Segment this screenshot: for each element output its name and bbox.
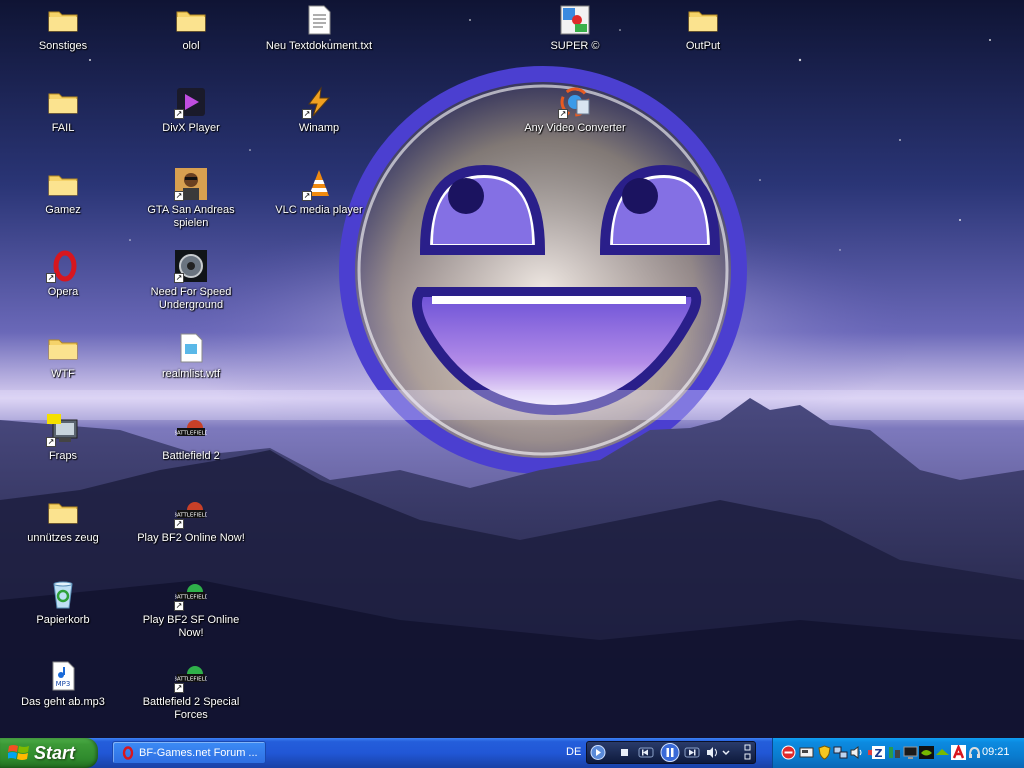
start-label: Start — [34, 742, 76, 763]
windows-logo-icon — [8, 745, 29, 760]
info-tray-icon[interactable] — [887, 745, 902, 760]
desktop-icon-opera[interactable]: ↗ Opera — [3, 250, 123, 328]
desktop-icon-need-for-speed[interactable]: ↗ Need For Speed Underground — [131, 250, 251, 328]
monitor-tray-icon[interactable] — [903, 745, 918, 760]
stop-icon[interactable] — [621, 749, 628, 756]
desktop-icon-any-video-converter[interactable]: ↗ Any Video Converter — [515, 86, 635, 164]
wtf-file-icon — [180, 333, 203, 363]
shortcut-arrow-icon: ↗ — [174, 273, 184, 283]
nvidia-tray-icon[interactable] — [919, 745, 934, 760]
previous-track-icon[interactable] — [638, 747, 654, 758]
folder-icon — [48, 503, 78, 524]
speaker-tray-icon[interactable] — [849, 745, 864, 760]
shortcut-arrow-icon: ↗ — [174, 519, 184, 529]
svg-text:MP3: MP3 — [56, 680, 71, 688]
desktop-icon-divx-player[interactable]: ↗ DivX Player — [131, 86, 251, 164]
chevron-down-icon[interactable] — [722, 750, 730, 756]
mp3-file-icon: MP3 — [52, 661, 75, 691]
svg-text:BATTLEFIELD: BATTLEFIELD — [175, 677, 207, 683]
restore-player-icon[interactable] — [744, 744, 751, 760]
desktop-icon-battlefield-2[interactable]: BATTLEFIELD Battlefield 2 — [131, 414, 251, 492]
desktop-icon-sonstiges[interactable]: Sonstiges — [3, 4, 123, 82]
taskbar-button-label: BF-Games.net Forum ... — [139, 746, 258, 759]
super-app-icon — [560, 5, 590, 35]
desktop-icon-fraps[interactable]: ↗ Fraps — [3, 414, 123, 492]
media-player-toolbar — [586, 741, 756, 764]
stop-sign-tray-icon[interactable] — [781, 745, 796, 760]
taskbar-button-bf-games-forum[interactable]: BF-Games.net Forum ... — [112, 741, 266, 764]
desktop-icon-winamp[interactable]: ↗ Winamp — [259, 86, 379, 164]
desktop-icon-wtf[interactable]: WTF — [3, 332, 123, 410]
desktop-icon-vlc[interactable]: ↗ VLC media player — [259, 168, 379, 246]
pause-icon[interactable] — [660, 743, 680, 762]
opera-icon — [122, 745, 134, 760]
security-shield-tray-icon[interactable] — [817, 745, 832, 760]
svg-text:Z: Z — [875, 747, 883, 760]
taskbar-clock[interactable]: 09:21 — [982, 746, 1010, 758]
folder-icon — [48, 175, 78, 196]
desktop-icon-olol[interactable]: olol — [131, 4, 251, 82]
shortcut-arrow-icon: ↗ — [46, 273, 56, 283]
desktop-icon-battlefield-2-special-forces[interactable]: BATTLEFIELD ↗ Battlefield 2 Special Forc… — [131, 660, 251, 738]
next-track-icon[interactable] — [684, 747, 700, 758]
desktop-icon-das-geht-ab-mp3[interactable]: MP3 Das geht ab.mp3 — [3, 660, 123, 738]
svg-text:BATTLEFIELD: BATTLEFIELD — [175, 431, 207, 437]
desktop-icon-super[interactable]: SUPER © — [515, 4, 635, 82]
svg-text:BATTLEFIELD: BATTLEFIELD — [175, 595, 207, 601]
headset-tray-icon[interactable] — [967, 745, 982, 760]
desktop-icon-realmlist-wtf[interactable]: realmlist.wtf — [131, 332, 251, 410]
antivirus-tray-icon[interactable] — [951, 745, 966, 760]
folder-icon — [48, 339, 78, 360]
media-player-logo-icon[interactable] — [590, 745, 606, 760]
taskbar: Start BF-Games.net Forum ... DE Z 09:21 — [0, 738, 1024, 768]
shortcut-arrow-icon: ↗ — [174, 109, 184, 119]
shortcut-arrow-icon: ↗ — [558, 109, 568, 119]
network-tray-icon[interactable] — [833, 745, 848, 760]
volume-icon[interactable] — [707, 747, 717, 758]
folder-icon — [48, 93, 78, 114]
zonealarm-tray-icon[interactable]: Z — [871, 745, 886, 760]
shortcut-arrow-icon: ↗ — [302, 109, 312, 119]
start-button[interactable]: Start — [0, 738, 98, 768]
shortcut-arrow-icon: ↗ — [174, 191, 184, 201]
shortcut-arrow-icon: ↗ — [302, 191, 312, 201]
desktop-icon-papierkorb[interactable]: Papierkorb — [3, 578, 123, 656]
text-file-icon — [308, 5, 331, 35]
shortcut-arrow-icon: ↗ — [174, 601, 184, 611]
graphics-tray-icon[interactable] — [935, 745, 950, 760]
svg-text:BATTLEFIELD: BATTLEFIELD — [175, 513, 207, 519]
folder-icon — [48, 11, 78, 32]
desktop-icon-gta-san-andreas[interactable]: ↗ GTA San Andreas spielen — [131, 168, 251, 246]
folder-icon — [688, 11, 718, 32]
shortcut-arrow-icon: ↗ — [174, 683, 184, 693]
shortcut-arrow-icon: ↗ — [46, 437, 56, 447]
desktop-icon-gamez[interactable]: Gamez — [3, 168, 123, 246]
battlefield-icon: BATTLEFIELD — [175, 420, 207, 437]
device-tray-icon[interactable] — [799, 745, 814, 760]
language-indicator[interactable]: DE — [566, 746, 581, 758]
folder-icon — [176, 11, 206, 32]
desktop-icon-neu-textdokument[interactable]: Neu Textdokument.txt — [259, 4, 379, 82]
desktop-icon-fail[interactable]: FAIL — [3, 86, 123, 164]
desktop-icon-output[interactable]: OutPut — [643, 4, 763, 82]
desktop-icon-play-bf2-online[interactable]: BATTLEFIELD ↗ Play BF2 Online Now! — [131, 496, 251, 574]
recycle-bin-icon — [53, 581, 73, 609]
desktop-icon-play-bf2-sf-online[interactable]: BATTLEFIELD ↗ Play BF2 SF Online Now! — [131, 578, 251, 656]
desktop-icon-unnuetzes-zeug[interactable]: unnützes zeug — [3, 496, 123, 574]
